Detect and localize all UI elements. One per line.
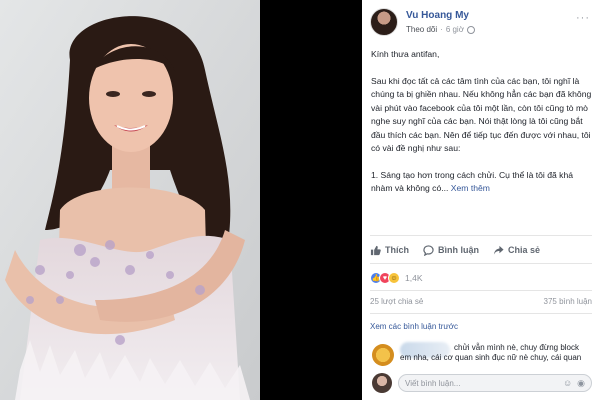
post-paragraph: Kính thưa antifan, bbox=[371, 49, 440, 59]
author-name[interactable]: Vu Hoang My bbox=[406, 10, 469, 21]
meta-separator: · bbox=[440, 25, 443, 34]
comment-count[interactable]: 375 bình luận bbox=[544, 297, 593, 306]
comment-composer: ☺ ◉ bbox=[370, 372, 592, 394]
thumbs-up-icon bbox=[370, 245, 381, 255]
share-count[interactable]: 25 lượt chia sẻ bbox=[370, 297, 423, 306]
comment-item: chửi vẫn mình nè, chuy đừng block em nha… bbox=[370, 340, 592, 370]
more-options-icon[interactable]: ··· bbox=[576, 12, 590, 24]
post-time[interactable]: 6 giờ bbox=[446, 25, 464, 34]
post-header: Vu Hoang My Theo dõi · 6 giờ ··· bbox=[370, 8, 592, 38]
photo-viewer-background bbox=[260, 0, 362, 400]
divider bbox=[370, 235, 592, 236]
see-more-link[interactable]: Xem thêm bbox=[451, 183, 490, 193]
camera-icon[interactable]: ◉ bbox=[577, 378, 585, 389]
follow-link[interactable]: Theo dõi bbox=[406, 25, 437, 34]
comment-box: ☺ ◉ bbox=[398, 374, 592, 392]
share-icon bbox=[493, 245, 504, 255]
post-meta: Theo dõi · 6 giờ bbox=[406, 25, 475, 34]
author-avatar[interactable] bbox=[370, 8, 398, 36]
divider bbox=[370, 290, 592, 291]
view-previous-comments-link[interactable]: Xem các bình luận trước bbox=[370, 322, 458, 331]
post-paragraph: 1. Sáng tạo hơn trong cách chửi. Cụ thể … bbox=[371, 169, 593, 196]
commenter-avatar[interactable] bbox=[372, 344, 394, 366]
comment-button[interactable]: Bình luận bbox=[423, 244, 479, 256]
reaction-count: 1,4K bbox=[405, 273, 423, 283]
post-stats: 25 lượt chia sẻ 375 bình luận bbox=[370, 297, 592, 306]
share-button[interactable]: Chia sẻ bbox=[493, 245, 540, 256]
post-panel: Vu Hoang My Theo dõi · 6 giờ ··· Kính th… bbox=[362, 0, 600, 400]
comment-input[interactable] bbox=[405, 378, 558, 388]
post-text: Kính thưa antifan, Sau khi đọc tất cả cá… bbox=[371, 48, 593, 209]
comment-text: chửi vẫn mình nè, chuy đừng block em nha… bbox=[400, 343, 582, 362]
divider bbox=[370, 313, 592, 314]
like-button[interactable]: Thích bbox=[370, 245, 409, 256]
share-label: Chia sẻ bbox=[508, 245, 541, 255]
photo-illustration bbox=[0, 0, 260, 400]
emoji-icon[interactable]: ☺ bbox=[563, 378, 572, 388]
action-bar: Thích Bình luận Chia sẻ bbox=[370, 240, 592, 260]
comment-label: Bình luận bbox=[438, 245, 479, 255]
like-label: Thích bbox=[385, 245, 409, 255]
current-user-avatar bbox=[372, 373, 392, 393]
haha-reaction-icon: ☺ bbox=[388, 272, 400, 284]
post-paragraph: Sau khi đọc tất cả các tâm tình của các … bbox=[371, 75, 592, 154]
globe-icon bbox=[466, 25, 475, 34]
reaction-summary[interactable]: 👍 ♥ ☺ 1,4K bbox=[370, 271, 423, 285]
divider bbox=[370, 263, 592, 264]
post-photo[interactable] bbox=[0, 0, 260, 400]
comment-icon bbox=[423, 244, 434, 256]
